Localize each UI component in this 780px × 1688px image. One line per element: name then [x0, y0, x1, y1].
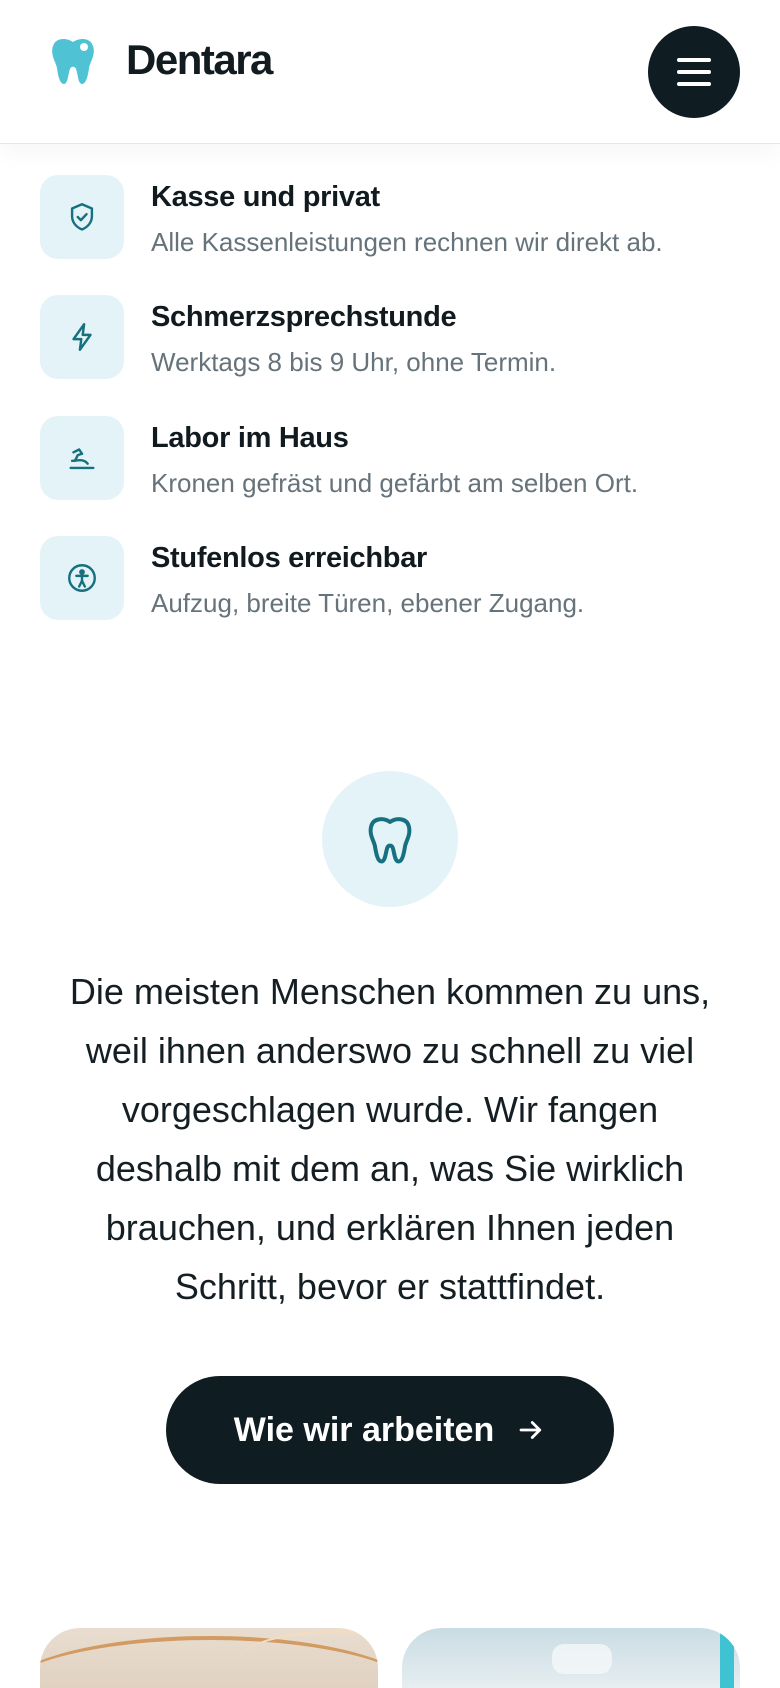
- feature-item-emergency: Schmerzsprechstunde Werktags 8 bis 9 Uhr…: [40, 295, 740, 379]
- feature-title: Labor im Haus: [151, 422, 349, 454]
- feature-item-accessibility: Stufenlos erreichbar Aufzug, breite Türe…: [40, 536, 740, 620]
- feature-icon-box: [40, 295, 124, 379]
- treatment-lamp: [552, 1644, 612, 1674]
- hamburger-menu-icon: [677, 58, 711, 62]
- feature-description: Aufzug, breite Türen, ebener Zugang.: [151, 588, 585, 618]
- feature-icon-box: [40, 536, 124, 620]
- feature-title: Schmerzsprechstunde: [151, 301, 457, 333]
- feature-icon-box: [40, 416, 124, 500]
- lightning-icon: [72, 323, 92, 351]
- practice-photo-card[interactable]: [40, 1628, 378, 1688]
- tooth-outline-icon: [368, 817, 412, 864]
- feature-description: Alle Kassenleistungen rechnen wir direkt…: [151, 227, 663, 257]
- feature-title: Stufenlos erreichbar: [151, 542, 428, 574]
- feature-item-lab: Labor im Haus Kronen gefräst und gefärbt…: [40, 416, 740, 500]
- feature-description: Kronen gefräst und gefärbt am selben Ort…: [151, 468, 639, 498]
- feature-description: Werktags 8 bis 9 Uhr, ohne Termin.: [151, 347, 557, 377]
- treatment-room-photo-card[interactable]: [402, 1628, 740, 1688]
- hamburger-bar: [677, 82, 711, 86]
- dental-chair-icon: [69, 448, 95, 470]
- accent-edge: [720, 1628, 734, 1688]
- how-we-work-button[interactable]: Wie wir arbeiten: [166, 1376, 614, 1484]
- feature-icon-box: [40, 175, 124, 259]
- arrow-right-icon: [519, 1421, 542, 1439]
- hamburger-bar: [677, 70, 711, 74]
- statement-icon-badge: [322, 771, 458, 907]
- site-header: Dentara: [0, 0, 780, 144]
- practice-statement: Die meisten Menschen kommen zu uns, weil…: [69, 971, 711, 1307]
- feature-item-insurance: Kasse und privat Alle Kassenleistungen r…: [40, 175, 740, 259]
- menu-button[interactable]: [648, 26, 740, 118]
- shield-check-icon: [70, 203, 94, 231]
- brand-name[interactable]: Dentara: [126, 36, 273, 84]
- tooth-icon[interactable]: [50, 36, 96, 86]
- accessibility-icon: [68, 564, 96, 592]
- cta-label: Wie wir arbeiten: [233, 1410, 495, 1449]
- feature-title: Kasse und privat: [151, 181, 380, 213]
